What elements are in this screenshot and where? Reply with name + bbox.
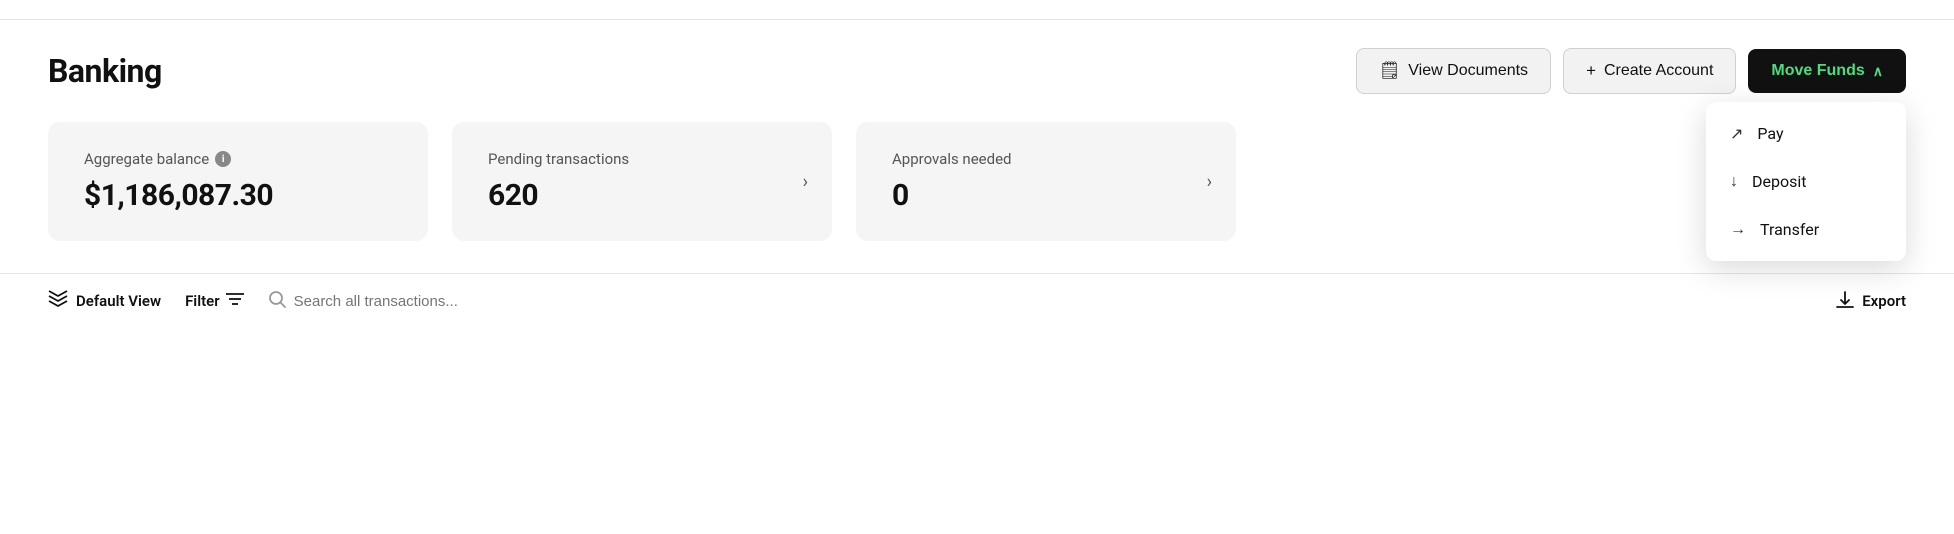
- layers-icon: [48, 290, 68, 312]
- pending-transactions-arrow: ›: [803, 171, 808, 192]
- approvals-needed-arrow: ›: [1207, 171, 1212, 192]
- aggregate-balance-value: $1,186,087.30: [84, 178, 392, 213]
- view-documents-button[interactable]: 🗒 View Documents: [1356, 48, 1551, 94]
- header: Banking 🗒 View Documents + Create Accoun…: [0, 20, 1954, 122]
- plus-icon: +: [1586, 61, 1596, 81]
- export-button[interactable]: Export: [1836, 290, 1906, 312]
- transfer-label: Transfer: [1760, 220, 1819, 239]
- deposit-label: Deposit: [1752, 172, 1806, 191]
- create-account-label: Create Account: [1604, 62, 1713, 80]
- transfer-icon: →: [1730, 219, 1746, 239]
- filter-icon: [226, 292, 244, 310]
- approvals-needed-label: Approvals needed: [892, 150, 1200, 168]
- default-view-button[interactable]: Default View: [48, 290, 161, 312]
- create-account-button[interactable]: + Create Account: [1563, 48, 1736, 94]
- view-documents-label: View Documents: [1408, 62, 1528, 80]
- move-funds-label: Move Funds: [1771, 62, 1864, 80]
- pending-transactions-card[interactable]: Pending transactions 620 ›: [452, 122, 832, 241]
- move-funds-dropdown: ↗ Pay ↓ Deposit → Transfer: [1706, 102, 1906, 261]
- dropdown-item-pay[interactable]: ↗ Pay: [1706, 110, 1906, 157]
- filter-button[interactable]: Filter: [185, 292, 244, 310]
- bottom-bar: Default View Filter Export: [0, 273, 1954, 328]
- export-icon: [1836, 290, 1854, 312]
- export-label: Export: [1862, 292, 1906, 310]
- pending-transactions-value: 620: [488, 178, 796, 213]
- aggregate-balance-label: Aggregate balance i: [84, 150, 392, 168]
- dropdown-item-deposit[interactable]: ↓ Deposit: [1706, 157, 1906, 205]
- default-view-label: Default View: [76, 292, 161, 310]
- move-funds-button[interactable]: Move Funds ∧: [1748, 49, 1906, 93]
- search-icon: [268, 290, 286, 312]
- pay-label: Pay: [1757, 124, 1783, 143]
- approvals-needed-value: 0: [892, 178, 1200, 213]
- filter-label: Filter: [185, 292, 220, 310]
- page-title: Banking: [48, 52, 162, 90]
- header-actions: 🗒 View Documents + Create Account Move F…: [1356, 48, 1906, 94]
- dropdown-item-transfer[interactable]: → Transfer: [1706, 205, 1906, 253]
- chevron-up-icon: ∧: [1873, 63, 1883, 80]
- aggregate-balance-card: Aggregate balance i $1,186,087.30: [48, 122, 428, 241]
- pending-transactions-label: Pending transactions: [488, 150, 796, 168]
- pay-icon: ↗: [1730, 124, 1743, 143]
- approvals-needed-card[interactable]: Approvals needed 0 ›: [856, 122, 1236, 241]
- deposit-icon: ↓: [1730, 171, 1738, 191]
- search-input[interactable]: [294, 293, 634, 310]
- top-bar: [0, 0, 1954, 20]
- search-bar: [268, 290, 1813, 312]
- cards-row: Aggregate balance i $1,186,087.30 Pendin…: [0, 122, 1954, 241]
- aggregate-balance-info-icon[interactable]: i: [215, 151, 231, 167]
- document-icon: 🗒: [1379, 61, 1401, 81]
